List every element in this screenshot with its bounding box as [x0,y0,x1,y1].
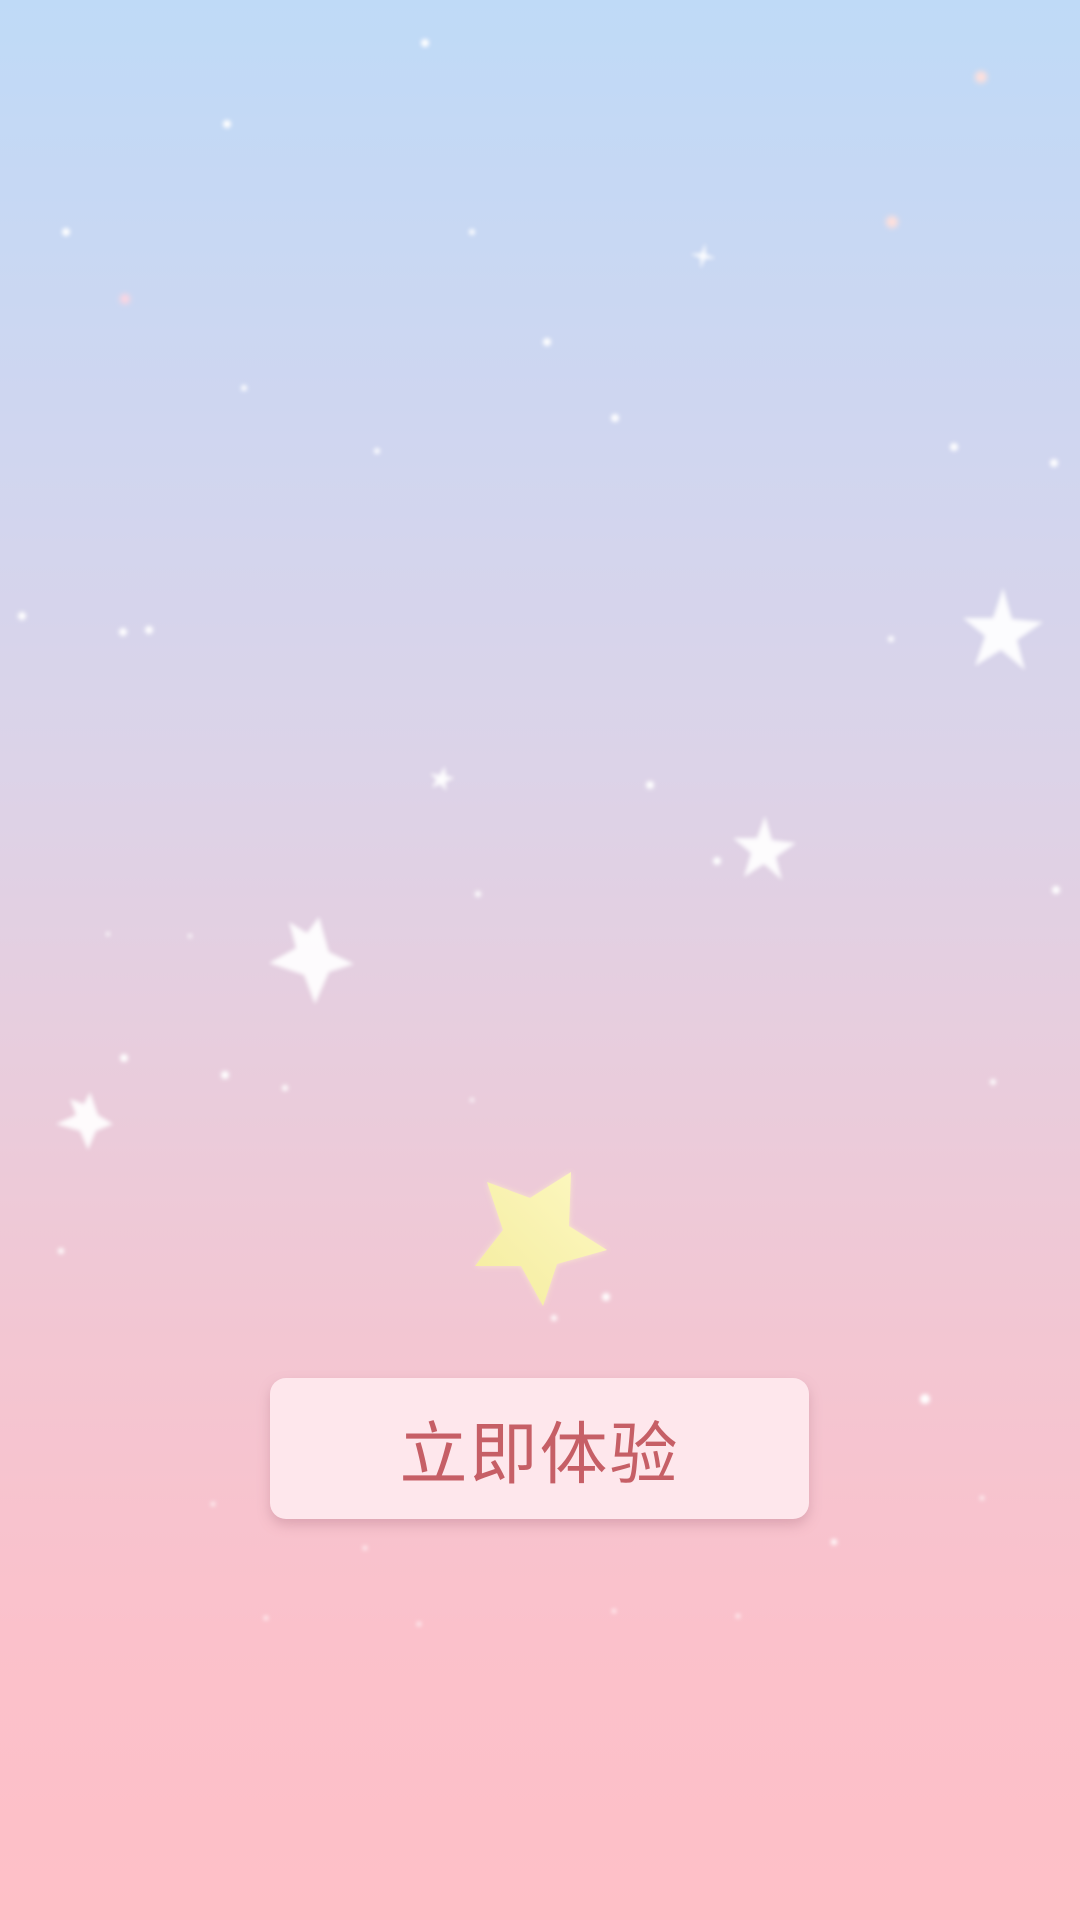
white-stars [430,243,716,792]
star-icon [269,917,354,1004]
try-now-button[interactable]: 立即体验 [270,1378,809,1519]
star-icon [963,588,1043,670]
star-icon [690,243,716,269]
starfall-background [18,0,1060,1626]
golden-star [475,1172,607,1306]
star-icon [430,766,455,792]
star-icon [475,1172,607,1306]
star-icon [733,816,796,880]
star-trails [82,0,1001,1310]
tinted-sparkles [120,71,987,304]
star-icon [56,1092,113,1150]
try-now-label: 立即体验 [399,1416,680,1495]
large-white-stars [56,588,1043,1150]
